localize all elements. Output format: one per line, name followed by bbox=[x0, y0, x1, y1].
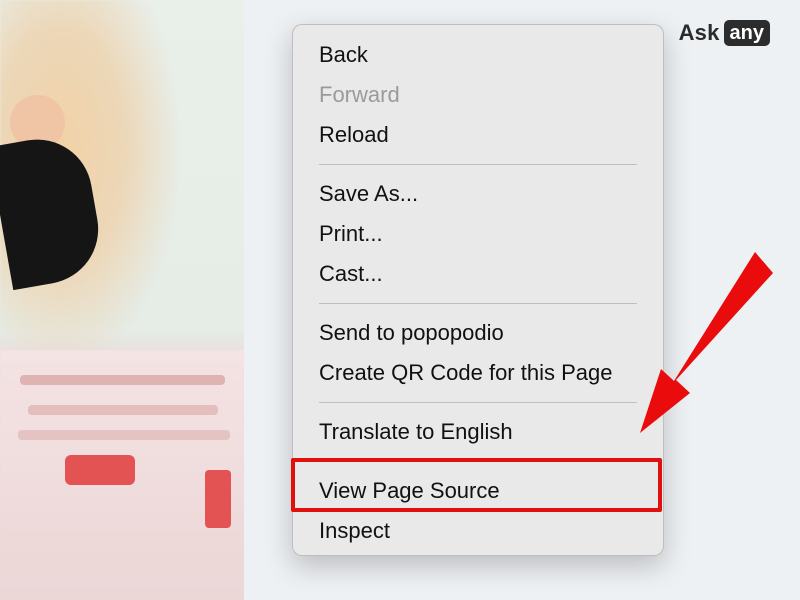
menu-section-translate: Translate to English bbox=[293, 412, 663, 452]
menu-separator bbox=[319, 402, 637, 403]
context-menu: Back Forward Reload Save As... Print... … bbox=[292, 24, 664, 556]
blurred-red-shape bbox=[65, 455, 135, 485]
menu-separator bbox=[319, 164, 637, 165]
menu-item-save-as[interactable]: Save As... bbox=[293, 174, 663, 214]
background-photo bbox=[0, 0, 244, 600]
menu-item-inspect[interactable]: Inspect bbox=[293, 511, 663, 551]
menu-separator bbox=[319, 461, 637, 462]
menu-item-reload[interactable]: Reload bbox=[293, 115, 663, 155]
blurred-red-shape bbox=[205, 470, 231, 528]
screenshot-frame: Ask any Back Forward Reload Save As... P… bbox=[0, 0, 800, 600]
blurred-stripe bbox=[20, 375, 225, 385]
menu-item-cast[interactable]: Cast... bbox=[293, 254, 663, 294]
logo-any-badge: any bbox=[723, 20, 770, 46]
menu-item-create-qr-code[interactable]: Create QR Code for this Page bbox=[293, 353, 663, 393]
blurred-stripe bbox=[28, 405, 218, 415]
menu-section-file: Save As... Print... Cast... bbox=[293, 174, 663, 294]
askany-logo: Ask any bbox=[679, 20, 770, 46]
logo-ask-text: Ask bbox=[678, 20, 720, 45]
blurred-stripe bbox=[18, 430, 230, 440]
menu-item-translate[interactable]: Translate to English bbox=[293, 412, 663, 452]
menu-item-view-page-source[interactable]: View Page Source bbox=[293, 471, 663, 511]
menu-item-print[interactable]: Print... bbox=[293, 214, 663, 254]
menu-section-developer: View Page Source Inspect bbox=[293, 471, 663, 551]
menu-section-navigation: Back Forward Reload bbox=[293, 35, 663, 155]
menu-item-send-to-device[interactable]: Send to popopodio bbox=[293, 313, 663, 353]
menu-item-back[interactable]: Back bbox=[293, 35, 663, 75]
menu-section-share: Send to popopodio Create QR Code for thi… bbox=[293, 313, 663, 393]
menu-separator bbox=[319, 303, 637, 304]
menu-item-forward: Forward bbox=[319, 82, 400, 107]
